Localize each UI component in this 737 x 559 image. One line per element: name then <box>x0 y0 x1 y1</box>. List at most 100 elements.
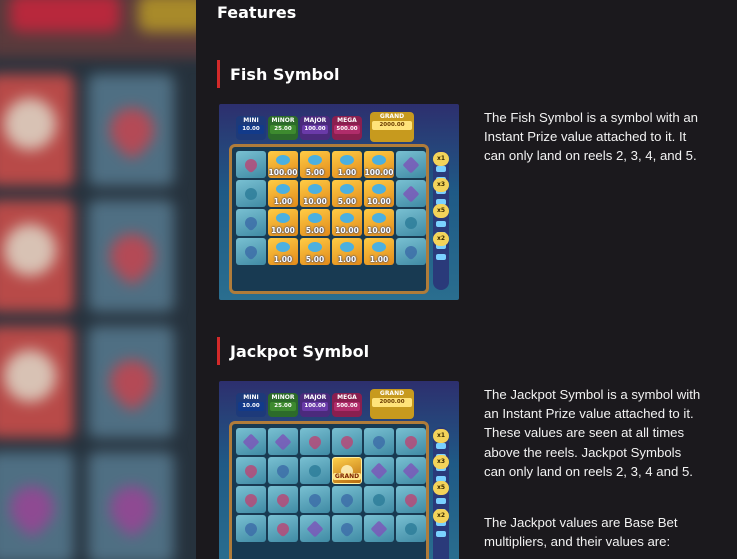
spade-icon <box>274 462 292 479</box>
spade-icon <box>242 214 260 231</box>
reel-cell <box>236 486 266 513</box>
reel-cell <box>236 180 266 207</box>
fish-icon <box>276 213 290 223</box>
club-icon <box>402 214 420 231</box>
jackpot-mini: MINI 10.00 <box>236 393 266 417</box>
jackpot-major: MAJOR 100.00 <box>300 116 330 140</box>
multiplier-chip: x5 <box>433 481 449 495</box>
fish-icon <box>340 184 354 194</box>
fish-symbol-cell: 1.00 <box>332 151 362 178</box>
diamond-icon <box>370 462 388 479</box>
diamond-icon <box>402 185 420 202</box>
club-icon <box>402 520 420 537</box>
background-cell <box>88 74 174 186</box>
background-spade-icon <box>100 476 164 540</box>
jackpot-grand: GRAND 2000.00 <box>370 389 414 419</box>
background-cell <box>0 452 74 559</box>
diamond-icon <box>402 156 420 173</box>
heart-icon <box>274 491 292 508</box>
jackpot-minor: MINOR 25.00 <box>268 116 298 140</box>
fish-symbol-cell: 1.00 <box>332 238 362 265</box>
reel-cell <box>236 209 266 236</box>
fish-icon <box>372 155 386 165</box>
heart-icon <box>242 462 260 479</box>
jackpot-symbol-heading: Jackpot Symbol <box>217 337 369 365</box>
reel-cell <box>268 486 298 513</box>
jackpot-symbol-heading-text: Jackpot Symbol <box>230 341 370 361</box>
reel-cell <box>396 486 426 513</box>
multiplier-chip: x1 <box>433 429 449 443</box>
background-cell <box>88 452 174 559</box>
heading-accent-bar <box>217 337 220 365</box>
fish-symbol-cell: 10.00 <box>364 180 394 207</box>
heart-icon <box>242 491 260 508</box>
fish-symbol-cell: 10.00 <box>268 209 298 236</box>
jackpot-row: MINI 10.00 MINOR 25.00 MAJOR 100.00 MEGA 500… <box>236 389 416 419</box>
club-icon <box>242 185 260 202</box>
background-jackpot-bar <box>0 0 196 58</box>
reel-cell <box>332 486 362 513</box>
heart-icon <box>338 433 356 450</box>
reel-cell <box>396 209 426 236</box>
fish-icon <box>276 184 290 194</box>
jackpot-row: MINI 10.00 MINOR 25.00 MAJOR 100.00 MEGA 500… <box>236 112 416 142</box>
fish-symbol-heading: Fish Symbol <box>217 60 339 88</box>
spade-icon <box>402 243 420 260</box>
fish-symbol-cell: 1.00 <box>268 238 298 265</box>
fish-symbol-cell: 10.00 <box>300 180 330 207</box>
spade-icon <box>306 491 324 508</box>
fish-icon <box>308 242 322 252</box>
jackpot-symbol-screenshot: MINI 10.00 MINOR 25.00 MAJOR 100.00 MEGA 500… <box>219 381 459 559</box>
fish-symbol-cell: 1.00 <box>268 180 298 207</box>
jackpot-major: MAJOR 100.00 <box>300 393 330 417</box>
fish-icon <box>372 242 386 252</box>
features-title: Features <box>217 3 297 22</box>
fish-symbol-cell: 10.00 <box>332 209 362 236</box>
background-fish-cell <box>0 200 74 312</box>
heart-icon <box>306 433 324 450</box>
reel-cell <box>236 238 266 265</box>
fish-icon <box>372 184 386 194</box>
jackpot-mini: MINI 10.00 <box>236 116 266 140</box>
jackpot-values-description: The Jackpot values are Base Bet multipli… <box>484 515 678 550</box>
reel-cell <box>300 428 330 455</box>
background-cell <box>88 200 174 312</box>
background-grand-pill <box>138 0 196 32</box>
spade-icon <box>370 433 388 450</box>
background-spade-icon <box>0 476 64 540</box>
fish-icon <box>308 213 322 223</box>
jackpot-mega: MEGA 500.00 <box>332 393 362 417</box>
diamond-icon <box>274 433 292 450</box>
reel-cell <box>364 486 394 513</box>
diamond-icon <box>242 433 260 450</box>
multiplier-chip: x2 <box>433 509 449 523</box>
heart-icon <box>242 156 260 173</box>
fish-symbol-cell: 5.00 <box>300 238 330 265</box>
jackpot-symbol-cell: GRAND <box>332 457 362 484</box>
reel-cell <box>268 515 298 542</box>
multiplier-chip: x3 <box>433 178 449 192</box>
club-icon <box>370 491 388 508</box>
multiplier-chip: x2 <box>433 232 449 246</box>
reel-frame: 100.00 5.00 1.00 100.00 1.00 10.00 5.00 … <box>229 144 429 294</box>
reel-grid: 100.00 5.00 1.00 100.00 1.00 10.00 5.00 … <box>236 151 426 265</box>
fish-icon <box>340 242 354 252</box>
spade-icon <box>242 520 260 537</box>
fish-icon <box>308 155 322 165</box>
club-icon <box>306 462 324 479</box>
spade-icon <box>242 243 260 260</box>
background-balance-pill <box>10 0 120 32</box>
fish-symbol-description: The Fish Symbol is a symbol with an Inst… <box>484 110 699 164</box>
reel-cell <box>236 151 266 178</box>
heart-icon <box>402 491 420 508</box>
reel-cell <box>396 180 426 207</box>
reel-cell <box>236 515 266 542</box>
reel-cell <box>396 428 426 455</box>
reel-cell <box>396 457 426 484</box>
multiplier-chip: x3 <box>433 455 449 469</box>
jackpot-grand: GRAND 2000.00 <box>370 112 414 142</box>
background-game-preview <box>0 0 196 559</box>
reel-frame: GRAND <box>229 421 429 559</box>
diamond-icon <box>306 520 324 537</box>
spade-icon <box>338 491 356 508</box>
